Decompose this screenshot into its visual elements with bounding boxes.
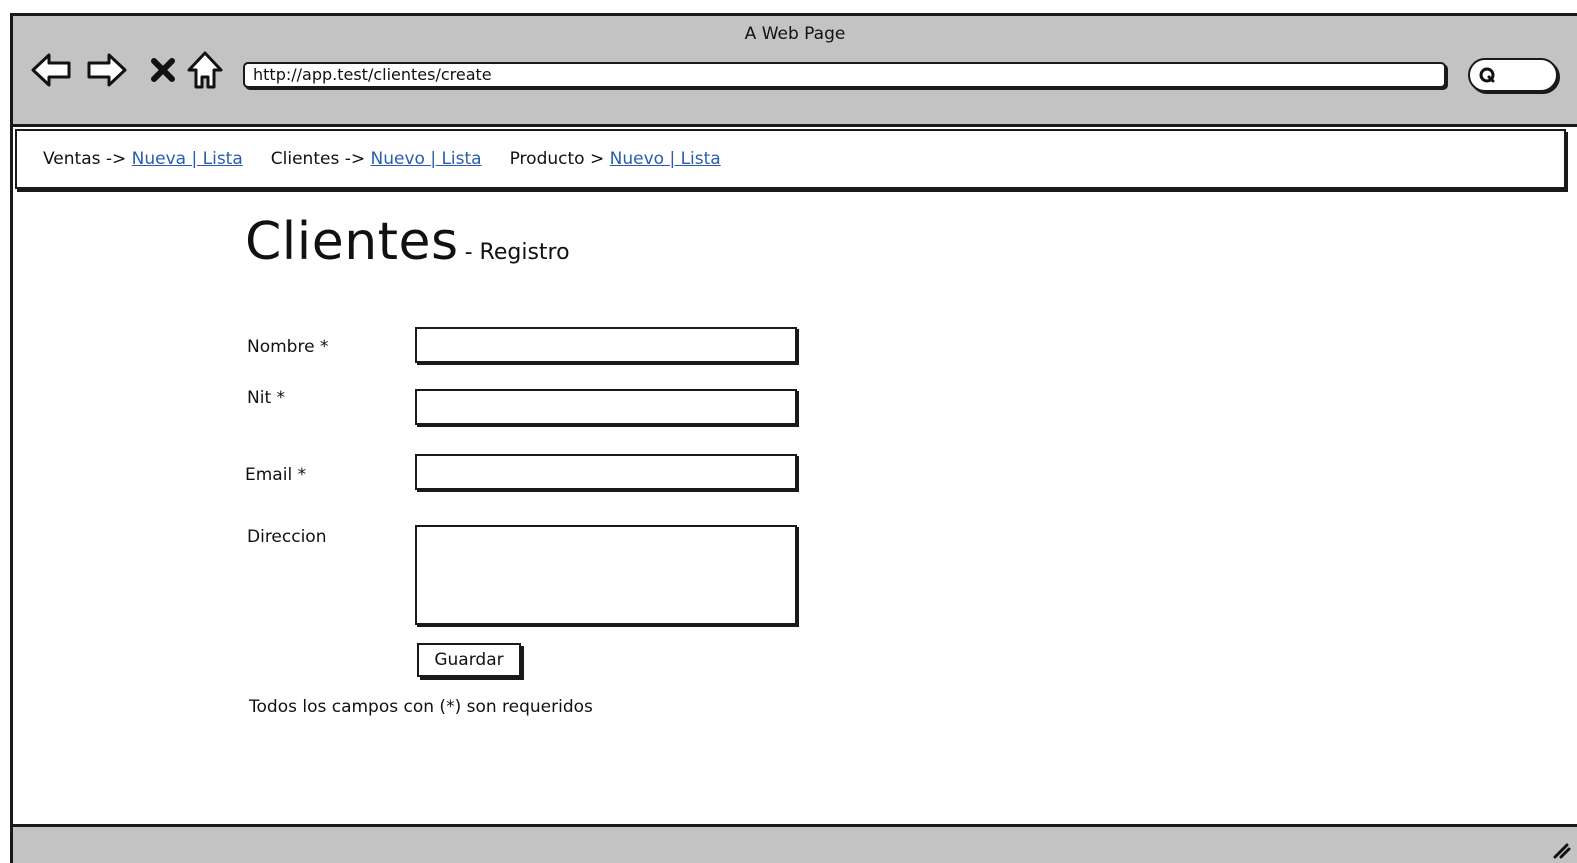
page-title: Clientes bbox=[245, 212, 459, 272]
menu-link-ventas[interactable]: Nueva | Lista bbox=[132, 149, 243, 169]
menu-label-clientes: Clientes -> bbox=[270, 149, 366, 169]
required-fields-note: Todos los campos con (*) son requeridos bbox=[249, 697, 593, 717]
menu-link-clientes[interactable]: Nuevo | Lista bbox=[371, 149, 482, 169]
browser-chrome: A Web Page http://app.test/clientes/crea… bbox=[13, 16, 1577, 127]
top-menu: Ventas -> Nueva | Lista Clientes -> Nuev… bbox=[15, 129, 1566, 189]
search-icon bbox=[1479, 67, 1495, 83]
menu-group-producto: Producto > Nuevo | Lista bbox=[510, 149, 721, 169]
menu-group-clientes: Clientes -> Nuevo | Lista bbox=[271, 149, 482, 169]
menu-link-producto[interactable]: Nuevo | Lista bbox=[610, 149, 721, 169]
email-label: Email * bbox=[245, 465, 307, 485]
forward-arrow-icon[interactable] bbox=[85, 50, 129, 90]
address-bar[interactable]: http://app.test/clientes/create bbox=[243, 62, 1446, 88]
email-input[interactable] bbox=[415, 454, 797, 490]
back-arrow-icon[interactable] bbox=[29, 50, 73, 90]
menu-group-ventas: Ventas -> Nueva | Lista bbox=[43, 149, 243, 169]
direccion-label: Direccion bbox=[247, 527, 327, 547]
nit-label: Nit * bbox=[247, 388, 286, 408]
browser-window: A Web Page http://app.test/clientes/crea… bbox=[10, 13, 1577, 863]
page-subtitle: - Registro bbox=[464, 240, 570, 265]
resize-grip-icon[interactable] bbox=[1551, 839, 1571, 859]
nit-input[interactable] bbox=[415, 389, 797, 425]
page-heading: Clientes - Registro bbox=[245, 212, 570, 272]
window-title: A Web Page bbox=[744, 24, 846, 44]
home-icon[interactable] bbox=[183, 50, 227, 90]
nombre-label: Nombre * bbox=[247, 337, 329, 357]
direccion-textarea[interactable] bbox=[415, 525, 797, 625]
search-box[interactable] bbox=[1468, 58, 1558, 92]
save-button[interactable]: Guardar bbox=[417, 643, 521, 677]
menu-label-producto: Producto > bbox=[509, 149, 605, 169]
status-bar bbox=[13, 824, 1577, 863]
stop-x-icon[interactable] bbox=[141, 50, 185, 90]
menu-label-ventas: Ventas -> bbox=[43, 149, 127, 169]
nombre-input[interactable] bbox=[415, 327, 797, 363]
